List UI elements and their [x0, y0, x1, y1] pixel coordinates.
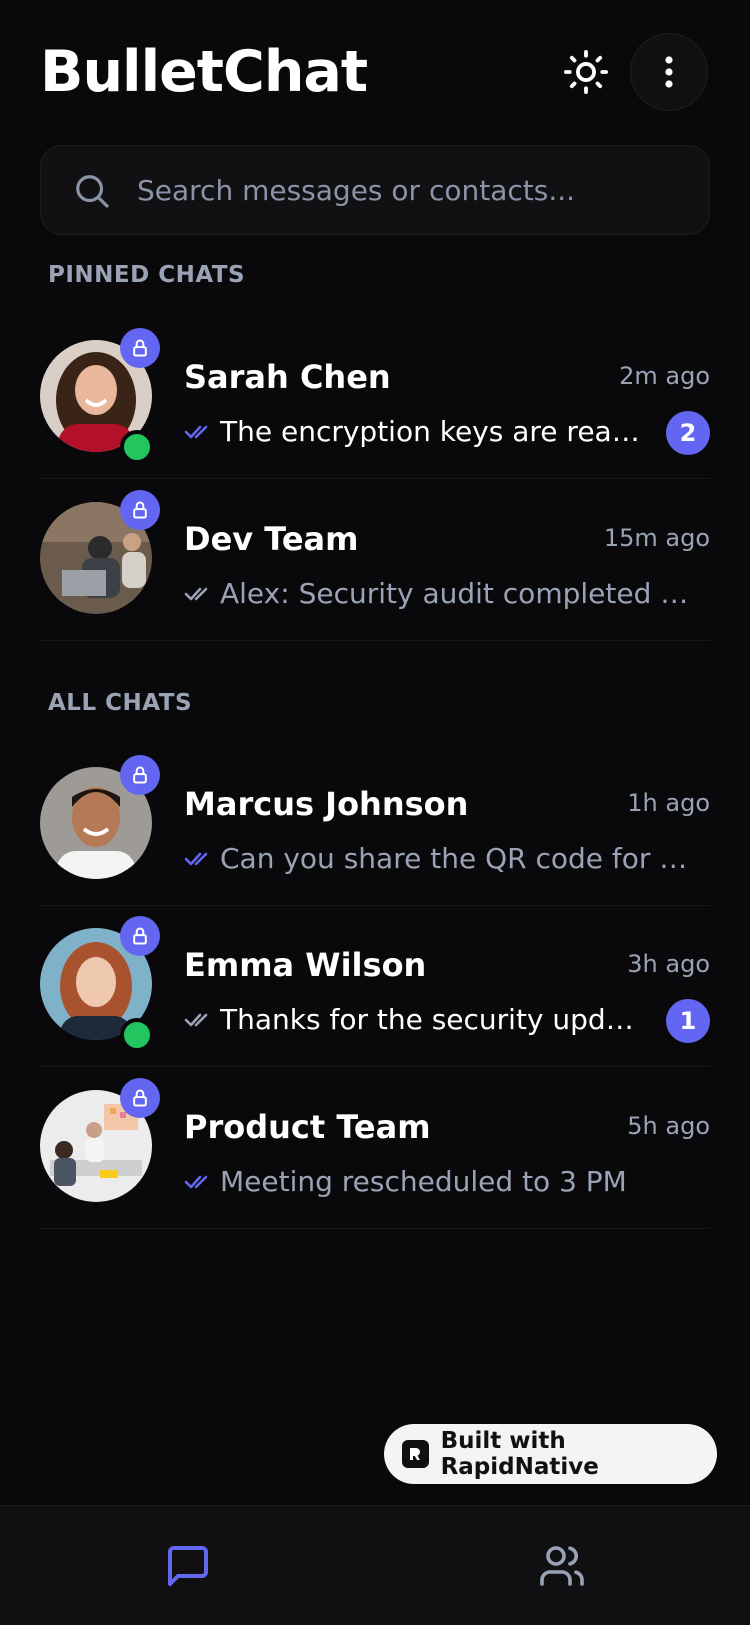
tab-chats[interactable] — [158, 1536, 218, 1596]
lock-icon — [133, 766, 147, 784]
built-with-badge[interactable]: Built with RapidNative — [384, 1424, 717, 1484]
chat-time: 3h ago — [627, 950, 710, 978]
double-check-icon — [184, 425, 208, 439]
all-chats-heading: ALL CHATS — [48, 690, 193, 716]
users-icon — [540, 1546, 584, 1586]
lock-icon — [133, 501, 147, 519]
chat-preview: Thanks for the security update! 1 — [184, 999, 710, 1043]
encrypted-badge — [120, 328, 160, 368]
chat-row-dev-team[interactable]: Dev Team 15m ago Alex: Security audit co… — [40, 480, 710, 641]
chat-preview: Can you share the QR code for the verifi… — [184, 839, 710, 879]
search-icon — [76, 175, 109, 208]
chat-time: 5h ago — [627, 1112, 710, 1140]
message-square-icon — [168, 1546, 208, 1586]
lock-icon — [133, 1089, 147, 1107]
encrypted-badge — [120, 916, 160, 956]
double-check-icon — [184, 852, 208, 866]
encrypted-badge — [120, 755, 160, 795]
online-indicator — [120, 1018, 154, 1052]
double-check-icon — [184, 587, 208, 601]
chat-name: Sarah Chen — [184, 358, 391, 396]
chat-row-product-team[interactable]: Product Team 5h ago Meeting rescheduled … — [40, 1068, 710, 1229]
tab-contacts[interactable] — [532, 1536, 592, 1596]
chat-last-message: Can you share the QR code for the verifi… — [220, 842, 690, 875]
search-bar[interactable] — [40, 145, 710, 235]
sun-icon — [563, 49, 609, 95]
double-check-icon — [184, 1013, 208, 1027]
lock-icon — [133, 339, 147, 357]
app-header: BulletChat — [40, 33, 710, 111]
chat-row-marcus-johnson[interactable]: Marcus Johnson 1h ago Can you share the … — [40, 745, 710, 906]
chat-time: 2m ago — [619, 362, 710, 390]
chat-name: Marcus Johnson — [184, 785, 469, 823]
chat-preview: Meeting rescheduled to 3 PM — [184, 1162, 710, 1202]
more-options-button[interactable] — [630, 33, 708, 111]
bottom-tab-bar — [0, 1505, 750, 1625]
more-vertical-icon — [665, 56, 673, 88]
chat-preview: Alex: Security audit completed successfu… — [184, 574, 710, 614]
chat-last-message: Alex: Security audit completed successfu… — [220, 577, 690, 610]
double-check-icon — [184, 1175, 208, 1189]
online-indicator — [120, 430, 154, 464]
chat-last-message: The encryption keys are ready for the ne… — [220, 415, 644, 448]
chat-name: Product Team — [184, 1108, 431, 1146]
unread-count-badge: 2 — [666, 411, 710, 455]
chat-row-emma-wilson[interactable]: Emma Wilson 3h ago Thanks for the securi… — [40, 906, 710, 1067]
encrypted-badge — [120, 1078, 160, 1118]
chat-name: Dev Team — [184, 520, 359, 558]
chat-name: Emma Wilson — [184, 946, 427, 984]
lock-icon — [133, 927, 147, 945]
app-title: BulletChat — [40, 39, 368, 105]
search-input[interactable] — [137, 146, 677, 234]
built-with-label: Built with RapidNative — [440, 1428, 599, 1480]
unread-count-badge: 1 — [666, 999, 710, 1043]
chat-time: 15m ago — [603, 524, 710, 552]
pinned-chats-heading: PINNED CHATS — [48, 262, 246, 288]
encrypted-badge — [120, 490, 160, 530]
chat-row-sarah-chen[interactable]: Sarah Chen 2m ago The encryption keys ar… — [40, 318, 710, 479]
theme-toggle-button[interactable] — [550, 36, 622, 108]
rapidnative-logo-icon — [402, 1440, 429, 1468]
chat-time: 1h ago — [627, 789, 710, 817]
chat-last-message: Meeting rescheduled to 3 PM — [220, 1165, 627, 1198]
chat-preview: The encryption keys are ready for the ne… — [184, 411, 710, 455]
chat-last-message: Thanks for the security update! — [220, 1003, 644, 1036]
